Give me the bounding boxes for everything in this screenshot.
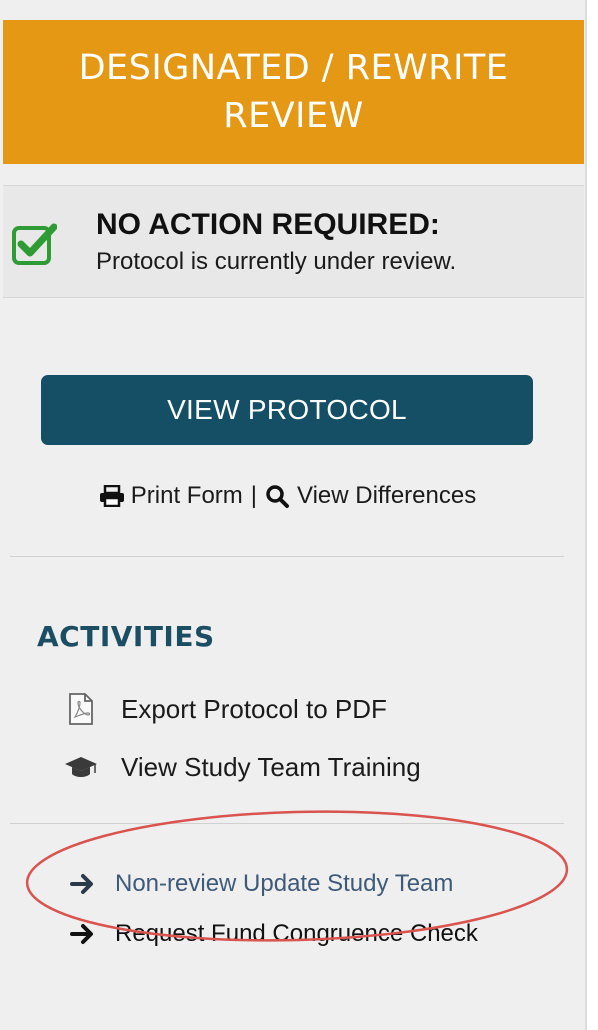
action-request-fund-congruence-check[interactable]: Request Fund Congruence Check <box>70 916 478 952</box>
action-label: Request Fund Congruence Check <box>115 920 478 947</box>
print-form-label: Print Form <box>130 482 243 509</box>
activities-heading: ACTIVITIES <box>37 620 215 653</box>
notice-text: Protocol is currently under review. <box>96 248 457 275</box>
activity-label: Export Protocol to PDF <box>121 693 387 724</box>
status-banner: DESIGNATED / REWRITE REVIEW <box>3 20 584 164</box>
activity-view-training[interactable]: View Study Team Training <box>64 747 421 787</box>
arrow-right-icon <box>70 874 93 894</box>
action-label: Non-review Update Study Team <box>115 870 454 897</box>
notice-title: NO ACTION REQUIRED: <box>96 208 440 241</box>
checkbox-checked-icon <box>12 223 57 265</box>
view-differences-link[interactable]: View Differences <box>265 482 476 510</box>
divider <box>10 556 564 557</box>
graduation-cap-icon <box>65 757 97 777</box>
arrow-right-icon <box>70 924 93 944</box>
status-banner-line-2: REVIEW <box>223 96 364 136</box>
activity-label: View Study Team Training <box>121 751 421 782</box>
link-separator: | <box>250 482 258 509</box>
status-banner-line-1: DESIGNATED / REWRITE <box>78 48 509 88</box>
view-protocol-button[interactable]: VIEW PROTOCOL <box>41 375 533 445</box>
action-non-review-update-study-team[interactable]: Non-review Update Study Team <box>70 866 453 902</box>
panel-border <box>585 0 587 1030</box>
action-notice: NO ACTION REQUIRED: Protocol is currentl… <box>3 185 584 298</box>
divider <box>10 823 564 824</box>
view-differences-label: View Differences <box>297 482 477 509</box>
print-form-link[interactable]: Print Form <box>99 482 243 510</box>
search-icon <box>266 485 290 508</box>
activity-export-pdf[interactable]: Export Protocol to PDF <box>64 689 387 729</box>
pdf-file-icon <box>69 693 93 725</box>
printer-icon <box>99 485 124 507</box>
form-links: Print Form | View Differences <box>0 482 575 510</box>
